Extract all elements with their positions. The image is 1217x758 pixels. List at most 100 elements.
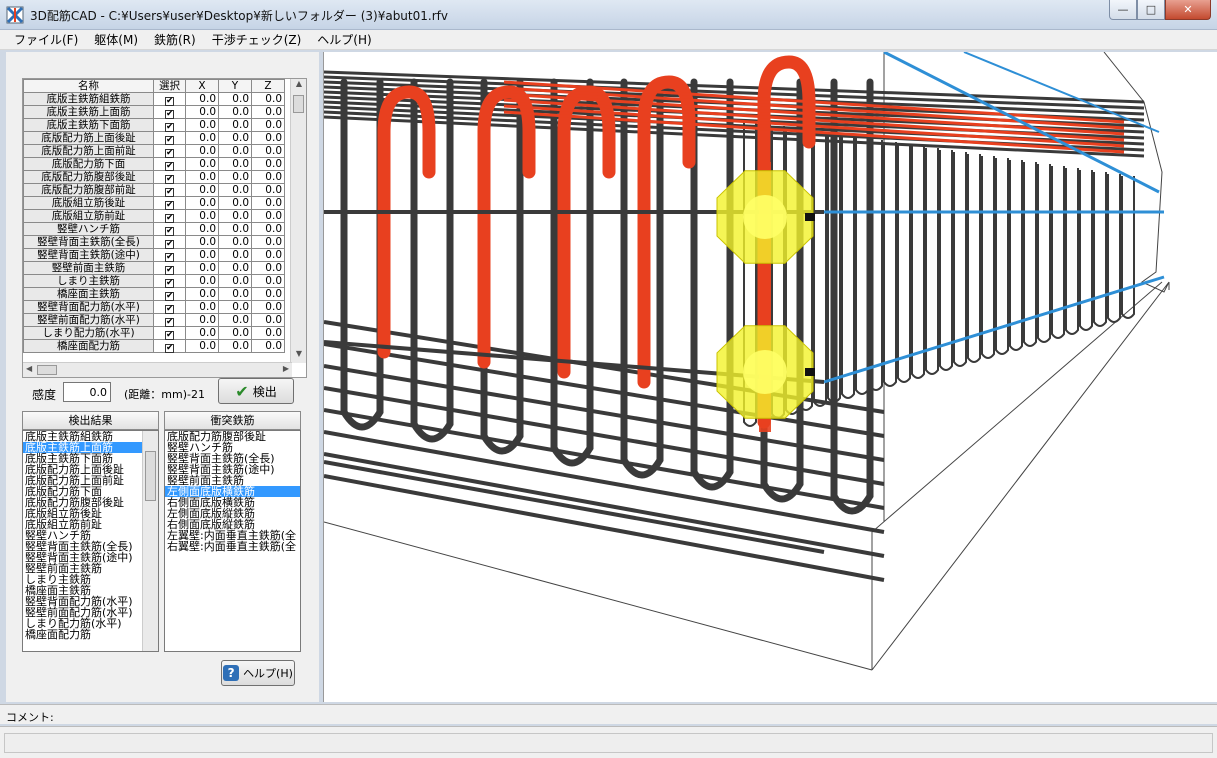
checkbox-checked-icon[interactable]: ✔ (165, 110, 174, 119)
collisions-list[interactable]: 底版配力筋腹部後趾 竪壁ハンチ筋 竪壁背面主鉄筋(全長) 竪壁背面主鉄筋(途中) 竪壁前… (164, 430, 301, 652)
row-select-checkbox[interactable]: ✔ (153, 131, 186, 145)
row-name[interactable]: 竪壁背面配力筋(水平) (23, 300, 154, 314)
scroll-down-icon[interactable]: ▼ (291, 349, 306, 363)
row-y[interactable]: 0.0 (218, 287, 252, 301)
col-header-z[interactable]: Z (251, 79, 285, 93)
row-y[interactable]: 0.0 (218, 170, 252, 184)
row-z[interactable]: 0.0 (251, 92, 285, 106)
row-name[interactable]: 竪壁ハンチ筋 (23, 222, 154, 236)
menu-structure[interactable]: 躯体(M) (88, 31, 144, 48)
row-name[interactable]: 底版配力筋腹部前趾 (23, 183, 154, 197)
row-select-checkbox[interactable]: ✔ (153, 92, 186, 106)
row-x[interactable]: 0.0 (185, 261, 219, 275)
checkbox-checked-icon[interactable]: ✔ (165, 214, 174, 223)
checkbox-checked-icon[interactable]: ✔ (165, 305, 174, 314)
row-name[interactable]: 竪壁前面配力筋(水平) (23, 313, 154, 327)
menu-rebar[interactable]: 鉄筋(R) (148, 31, 202, 48)
checkbox-checked-icon[interactable]: ✔ (165, 331, 174, 340)
table-row[interactable]: 竪壁背面主鉄筋(全長) ✔ 0.0 0.0 0.0 (23, 235, 285, 249)
row-z[interactable]: 0.0 (251, 118, 285, 132)
row-select-checkbox[interactable]: ✔ (153, 326, 186, 340)
row-name[interactable]: 底版組立筋後趾 (23, 196, 154, 210)
col-header-name[interactable]: 名称 (23, 79, 154, 93)
row-x[interactable]: 0.0 (185, 287, 219, 301)
results-list[interactable]: 底版主鉄筋組鉄筋 底版主鉄筋上面筋 底版主鉄筋下面筋 底版配力筋上面後趾 底版配力筋上面… (22, 430, 159, 652)
help-button[interactable]: ? ヘルプ(H) (221, 660, 295, 686)
row-x[interactable]: 0.0 (185, 274, 219, 288)
row-x[interactable]: 0.0 (185, 248, 219, 262)
row-x[interactable]: 0.0 (185, 105, 219, 119)
row-z[interactable]: 0.0 (251, 170, 285, 184)
row-name[interactable]: 底版配力筋上面後趾 (23, 131, 154, 145)
row-x[interactable]: 0.0 (185, 209, 219, 223)
row-name[interactable]: 底版主鉄筋組鉄筋 (23, 92, 154, 106)
minimize-button[interactable]: — (1109, 0, 1137, 20)
row-name[interactable]: 橋座面主鉄筋 (23, 287, 154, 301)
row-name[interactable]: しまり主鉄筋 (23, 274, 154, 288)
row-y[interactable]: 0.0 (218, 326, 252, 340)
row-z[interactable]: 0.0 (251, 222, 285, 236)
row-z[interactable]: 0.0 (251, 261, 285, 275)
row-z[interactable]: 0.0 (251, 313, 285, 327)
col-header-x[interactable]: X (185, 79, 219, 93)
checkbox-checked-icon[interactable]: ✔ (165, 123, 174, 132)
row-y[interactable]: 0.0 (218, 235, 252, 249)
row-x[interactable]: 0.0 (185, 157, 219, 171)
row-select-checkbox[interactable]: ✔ (153, 300, 186, 314)
checkbox-checked-icon[interactable]: ✔ (165, 162, 174, 171)
menu-interference-check[interactable]: 干渉チェック(Z) (206, 31, 308, 48)
row-z[interactable]: 0.0 (251, 287, 285, 301)
row-y[interactable]: 0.0 (218, 131, 252, 145)
row-z[interactable]: 0.0 (251, 196, 285, 210)
row-select-checkbox[interactable]: ✔ (153, 196, 186, 210)
row-y[interactable]: 0.0 (218, 157, 252, 171)
collisions-header[interactable]: 衝突鉄筋 (164, 411, 301, 430)
checkbox-checked-icon[interactable]: ✔ (165, 97, 174, 106)
row-select-checkbox[interactable]: ✔ (153, 222, 186, 236)
menu-help[interactable]: ヘルプ(H) (311, 31, 377, 48)
row-select-checkbox[interactable]: ✔ (153, 209, 186, 223)
table-row[interactable]: 竪壁ハンチ筋 ✔ 0.0 0.0 0.0 (23, 222, 285, 236)
col-header-y[interactable]: Y (218, 79, 252, 93)
row-y[interactable]: 0.0 (218, 339, 252, 353)
scroll-left-icon[interactable]: ◀ (26, 364, 32, 373)
row-select-checkbox[interactable]: ✔ (153, 339, 186, 353)
row-name[interactable]: 竪壁背面主鉄筋(全長) (23, 235, 154, 249)
row-x[interactable]: 0.0 (185, 300, 219, 314)
row-select-checkbox[interactable]: ✔ (153, 144, 186, 158)
row-z[interactable]: 0.0 (251, 144, 285, 158)
row-z[interactable]: 0.0 (251, 131, 285, 145)
scroll-right-icon[interactable]: ▶ (283, 364, 289, 373)
sensitivity-input[interactable] (63, 382, 111, 402)
row-z[interactable]: 0.0 (251, 235, 285, 249)
row-y[interactable]: 0.0 (218, 183, 252, 197)
maximize-button[interactable]: □ (1137, 0, 1165, 20)
checkbox-checked-icon[interactable]: ✔ (165, 279, 174, 288)
row-select-checkbox[interactable]: ✔ (153, 248, 186, 262)
grid-vertical-scrollbar[interactable]: ▲ ▼ (290, 79, 306, 363)
scroll-up-icon[interactable]: ▲ (291, 79, 306, 93)
table-row[interactable]: 竪壁背面配力筋(水平) ✔ 0.0 0.0 0.0 (23, 300, 285, 314)
row-x[interactable]: 0.0 (185, 144, 219, 158)
table-row[interactable]: 橋座面配力筋 ✔ 0.0 0.0 0.0 (23, 339, 285, 353)
row-y[interactable]: 0.0 (218, 118, 252, 132)
table-row[interactable]: 底版配力筋腹部後趾 ✔ 0.0 0.0 0.0 (23, 170, 285, 184)
scroll-thumb[interactable] (293, 95, 304, 113)
checkbox-checked-icon[interactable]: ✔ (165, 344, 174, 353)
row-name[interactable]: 竪壁前面主鉄筋 (23, 261, 154, 275)
row-x[interactable]: 0.0 (185, 92, 219, 106)
row-z[interactable]: 0.0 (251, 274, 285, 288)
checkbox-checked-icon[interactable]: ✔ (165, 240, 174, 249)
row-z[interactable]: 0.0 (251, 157, 285, 171)
row-y[interactable]: 0.0 (218, 196, 252, 210)
row-x[interactable]: 0.0 (185, 222, 219, 236)
row-y[interactable]: 0.0 (218, 248, 252, 262)
checkbox-checked-icon[interactable]: ✔ (165, 318, 174, 327)
row-x[interactable]: 0.0 (185, 118, 219, 132)
row-z[interactable]: 0.0 (251, 209, 285, 223)
row-z[interactable]: 0.0 (251, 300, 285, 314)
row-x[interactable]: 0.0 (185, 183, 219, 197)
row-select-checkbox[interactable]: ✔ (153, 235, 186, 249)
row-y[interactable]: 0.0 (218, 300, 252, 314)
row-x[interactable]: 0.0 (185, 235, 219, 249)
